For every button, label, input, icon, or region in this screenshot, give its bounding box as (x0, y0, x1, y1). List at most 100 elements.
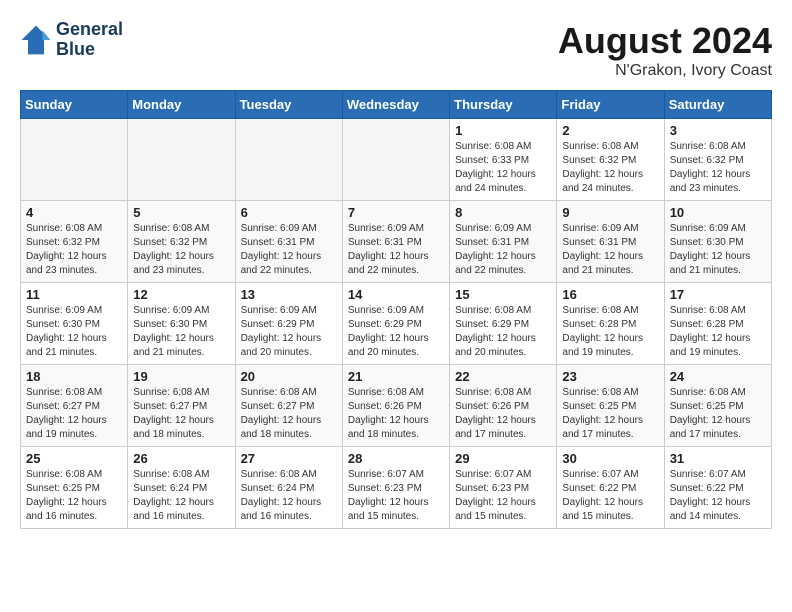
day-info: Sunrise: 6:08 AM Sunset: 6:25 PM Dayligh… (562, 386, 658, 442)
day-number: 12 (133, 287, 229, 302)
day-info: Sunrise: 6:08 AM Sunset: 6:24 PM Dayligh… (133, 468, 229, 524)
calendar-cell: 5 Sunrise: 6:08 AM Sunset: 6:32 PM Daylig… (128, 201, 235, 283)
calendar-cell: 7 Sunrise: 6:09 AM Sunset: 6:31 PM Daylig… (342, 201, 449, 283)
calendar-cell: 27 Sunrise: 6:08 AM Sunset: 6:24 PM Dayli… (235, 447, 342, 529)
day-number: 4 (26, 205, 122, 220)
day-number: 15 (455, 287, 551, 302)
day-info: Sunrise: 6:08 AM Sunset: 6:27 PM Dayligh… (241, 386, 337, 442)
weekday-header: Monday (128, 91, 235, 119)
day-info: Sunrise: 6:08 AM Sunset: 6:26 PM Dayligh… (455, 386, 551, 442)
calendar-cell: 21 Sunrise: 6:08 AM Sunset: 6:26 PM Dayli… (342, 365, 449, 447)
day-info: Sunrise: 6:09 AM Sunset: 6:30 PM Dayligh… (670, 222, 766, 278)
weekday-header-row: SundayMondayTuesdayWednesdayThursdayFrid… (21, 91, 772, 119)
calendar-cell: 13Sunrise: 6:09 AM Sunset: 6:29 PM Dayli… (235, 283, 342, 365)
day-number: 18 (26, 369, 122, 384)
logo-icon (20, 24, 52, 56)
day-number: 14 (348, 287, 444, 302)
calendar-cell: 8 Sunrise: 6:09 AM Sunset: 6:31 PM Daylig… (450, 201, 557, 283)
day-number: 30 (562, 451, 658, 466)
day-info: Sunrise: 6:08 AM Sunset: 6:32 PM Dayligh… (26, 222, 122, 278)
day-info: Sunrise: 6:07 AM Sunset: 6:22 PM Dayligh… (562, 468, 658, 524)
calendar-week-row: 25 Sunrise: 6:08 AM Sunset: 6:25 PM Dayli… (21, 447, 772, 529)
calendar-cell: 9 Sunrise: 6:09 AM Sunset: 6:31 PM Daylig… (557, 201, 664, 283)
day-info: Sunrise: 6:08 AM Sunset: 6:28 PM Dayligh… (562, 304, 658, 360)
weekday-header: Tuesday (235, 91, 342, 119)
calendar-cell: 15 Sunrise: 6:08 AM Sunset: 6:29 PM Dayli… (450, 283, 557, 365)
day-info: Sunrise: 6:08 AM Sunset: 6:27 PM Dayligh… (133, 386, 229, 442)
day-info: Sunrise: 6:08 AM Sunset: 6:32 PM Dayligh… (133, 222, 229, 278)
calendar-cell: 12 Sunrise: 6:09 AM Sunset: 6:30 PM Dayli… (128, 283, 235, 365)
location: N'Grakon, Ivory Coast (558, 62, 772, 80)
day-info: Sunrise: 6:08 AM Sunset: 6:25 PM Dayligh… (26, 468, 122, 524)
weekday-header: Saturday (664, 91, 771, 119)
day-info: Sunrise: 6:08 AM Sunset: 6:26 PM Dayligh… (348, 386, 444, 442)
day-number: 6 (241, 205, 337, 220)
title-block: August 2024 N'Grakon, Ivory Coast (558, 20, 772, 80)
day-info: Sunrise: 6:07 AM Sunset: 6:23 PM Dayligh… (455, 468, 551, 524)
day-number: 22 (455, 369, 551, 384)
day-number: 25 (26, 451, 122, 466)
calendar-cell: 19Sunrise: 6:08 AM Sunset: 6:27 PM Dayli… (128, 365, 235, 447)
day-number: 20 (241, 369, 337, 384)
day-number: 21 (348, 369, 444, 384)
day-info: Sunrise: 6:08 AM Sunset: 6:27 PM Dayligh… (26, 386, 122, 442)
calendar-cell: 29 Sunrise: 6:07 AM Sunset: 6:23 PM Dayli… (450, 447, 557, 529)
calendar-cell: 20 Sunrise: 6:08 AM Sunset: 6:27 PM Dayli… (235, 365, 342, 447)
calendar-cell: 31 Sunrise: 6:07 AM Sunset: 6:22 PM Dayli… (664, 447, 771, 529)
calendar-cell (235, 119, 342, 201)
calendar-cell (21, 119, 128, 201)
calendar-week-row: 1 Sunrise: 6:08 AM Sunset: 6:33 PM Daylig… (21, 119, 772, 201)
day-number: 7 (348, 205, 444, 220)
day-number: 8 (455, 205, 551, 220)
calendar-cell: 22 Sunrise: 6:08 AM Sunset: 6:26 PM Dayli… (450, 365, 557, 447)
day-info: Sunrise: 6:07 AM Sunset: 6:23 PM Dayligh… (348, 468, 444, 524)
weekday-header: Thursday (450, 91, 557, 119)
calendar-cell: 23 Sunrise: 6:08 AM Sunset: 6:25 PM Dayli… (557, 365, 664, 447)
weekday-header: Friday (557, 91, 664, 119)
day-info: Sunrise: 6:09 AM Sunset: 6:30 PM Dayligh… (133, 304, 229, 360)
calendar-cell: 1 Sunrise: 6:08 AM Sunset: 6:33 PM Daylig… (450, 119, 557, 201)
day-info: Sunrise: 6:08 AM Sunset: 6:32 PM Dayligh… (562, 140, 658, 196)
day-info: Sunrise: 6:09 AM Sunset: 6:30 PM Dayligh… (26, 304, 122, 360)
day-number: 3 (670, 123, 766, 138)
calendar-cell: 3 Sunrise: 6:08 AM Sunset: 6:32 PM Daylig… (664, 119, 771, 201)
weekday-header: Wednesday (342, 91, 449, 119)
day-info: Sunrise: 6:09 AM Sunset: 6:31 PM Dayligh… (455, 222, 551, 278)
calendar-cell: 16Sunrise: 6:08 AM Sunset: 6:28 PM Dayli… (557, 283, 664, 365)
calendar-cell: 17 Sunrise: 6:08 AM Sunset: 6:28 PM Dayli… (664, 283, 771, 365)
calendar-week-row: 18 Sunrise: 6:08 AM Sunset: 6:27 PM Dayli… (21, 365, 772, 447)
day-number: 9 (562, 205, 658, 220)
page-header: General Blue August 2024 N'Grakon, Ivory… (20, 20, 772, 80)
day-info: Sunrise: 6:08 AM Sunset: 6:28 PM Dayligh… (670, 304, 766, 360)
day-info: Sunrise: 6:09 AM Sunset: 6:31 PM Dayligh… (562, 222, 658, 278)
day-number: 17 (670, 287, 766, 302)
day-number: 23 (562, 369, 658, 384)
day-number: 1 (455, 123, 551, 138)
day-info: Sunrise: 6:08 AM Sunset: 6:32 PM Dayligh… (670, 140, 766, 196)
calendar-cell: 25 Sunrise: 6:08 AM Sunset: 6:25 PM Dayli… (21, 447, 128, 529)
day-number: 28 (348, 451, 444, 466)
day-info: Sunrise: 6:08 AM Sunset: 6:24 PM Dayligh… (241, 468, 337, 524)
day-number: 24 (670, 369, 766, 384)
day-number: 11 (26, 287, 122, 302)
day-number: 29 (455, 451, 551, 466)
calendar-cell: 11 Sunrise: 6:09 AM Sunset: 6:30 PM Dayli… (21, 283, 128, 365)
day-number: 27 (241, 451, 337, 466)
day-info: Sunrise: 6:08 AM Sunset: 6:29 PM Dayligh… (455, 304, 551, 360)
day-number: 31 (670, 451, 766, 466)
calendar-cell: 4 Sunrise: 6:08 AM Sunset: 6:32 PM Daylig… (21, 201, 128, 283)
day-number: 2 (562, 123, 658, 138)
day-info: Sunrise: 6:08 AM Sunset: 6:33 PM Dayligh… (455, 140, 551, 196)
day-number: 13 (241, 287, 337, 302)
day-info: Sunrise: 6:09 AM Sunset: 6:31 PM Dayligh… (348, 222, 444, 278)
day-number: 5 (133, 205, 229, 220)
day-number: 26 (133, 451, 229, 466)
day-info: Sunrise: 6:07 AM Sunset: 6:22 PM Dayligh… (670, 468, 766, 524)
calendar-cell: 28 Sunrise: 6:07 AM Sunset: 6:23 PM Dayli… (342, 447, 449, 529)
calendar-cell: 6Sunrise: 6:09 AM Sunset: 6:31 PM Daylig… (235, 201, 342, 283)
calendar-cell (342, 119, 449, 201)
calendar-cell: 26 Sunrise: 6:08 AM Sunset: 6:24 PM Dayli… (128, 447, 235, 529)
logo: General Blue (20, 20, 123, 60)
calendar-cell: 2 Sunrise: 6:08 AM Sunset: 6:32 PM Daylig… (557, 119, 664, 201)
weekday-header: Sunday (21, 91, 128, 119)
